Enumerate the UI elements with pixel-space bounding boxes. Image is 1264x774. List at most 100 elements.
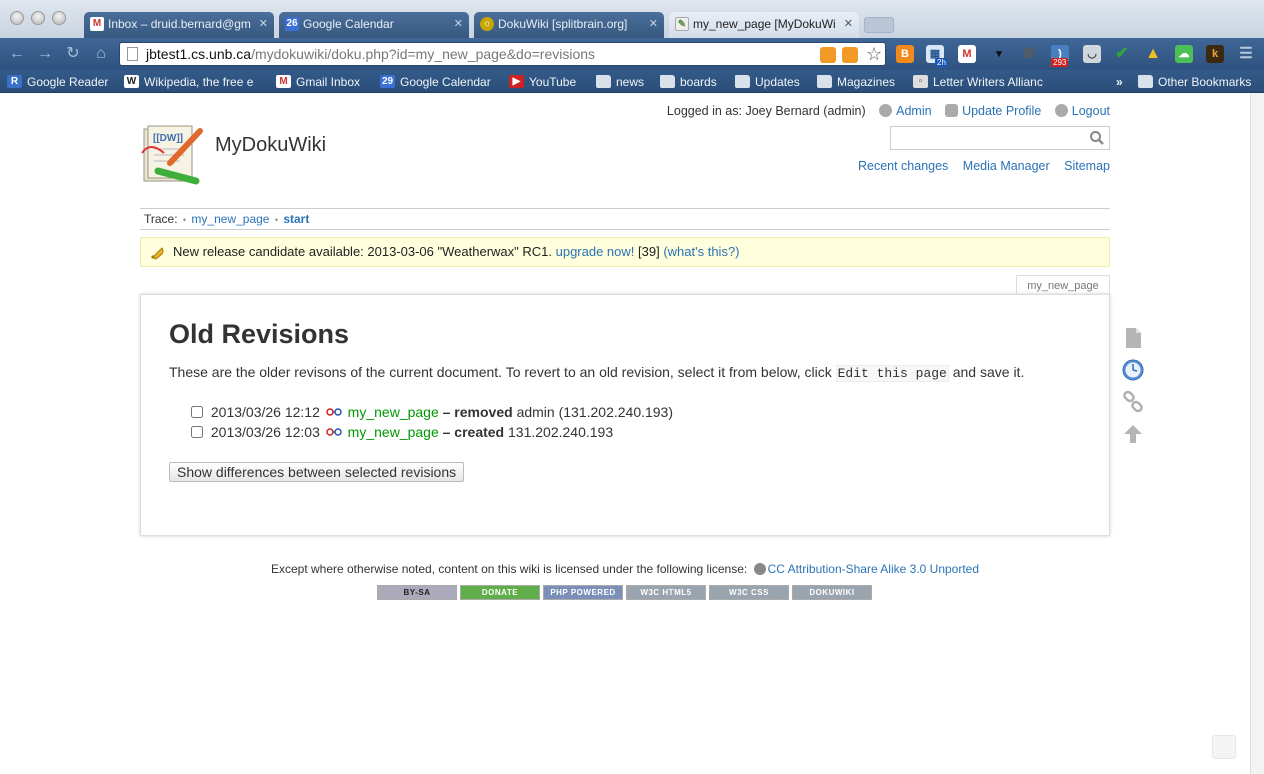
php-powered-badge[interactable]: PHP POWERED [543,585,623,600]
dokuwiki-logo[interactable]: [[DW]] [140,123,206,187]
media-manager-link[interactable]: Media Manager [963,159,1050,173]
pocket-icon[interactable]: ◡ [1083,45,1101,63]
checkmark-icon[interactable]: ✔ [1113,45,1131,63]
w3c-html5-badge[interactable]: W3C HTML5 [626,585,706,600]
upgrade-now-link[interactable]: upgrade now! [556,244,635,259]
zoom-window-button[interactable] [52,11,66,25]
update-profile-link[interactable]: Update Profile [945,104,1041,118]
gear-icon[interactable]: ⚙ [1020,45,1038,63]
bookmark-gmail-inbox[interactable]: M Gmail Inbox [276,74,360,90]
bookmark-label: Wikipedia, the free e [144,75,254,89]
bookmark-folder-news[interactable]: news [596,74,644,90]
bookmark-folder-magazines[interactable]: Magazines [817,74,895,90]
logout-label[interactable]: Logout [1072,104,1110,118]
close-tab-icon[interactable]: ✕ [259,12,268,36]
diff-glasses-icon[interactable] [326,427,342,437]
close-tab-icon[interactable]: ✕ [649,12,658,36]
logout-link[interactable]: Logout [1054,104,1110,118]
folder-icon [735,75,750,88]
update-profile-label[interactable]: Update Profile [962,104,1041,118]
browser-tab-gmail[interactable]: M Inbox – druid.bernard@gm ✕ [84,12,274,38]
old-revisions-clock-icon[interactable] [1121,358,1145,382]
browser-tab-dokuwiki-org[interactable]: ☼ DokuWiki [splitbrain.org] ✕ [474,12,664,38]
whats-this-link[interactable]: (what's this?) [663,244,739,259]
bookmark-star-icon[interactable]: ☆ [866,43,882,65]
w3c-css-badge[interactable]: W3C CSS [709,585,789,600]
donate-badge[interactable]: DONATE [460,585,540,600]
forward-icon[interactable]: → [36,45,54,63]
gmail-checker-icon[interactable]: M [958,45,976,63]
bookmark-label: Gmail Inbox [296,75,361,89]
bookmark-folder-updates[interactable]: Updates [735,74,800,90]
close-tab-icon[interactable]: ✕ [454,12,463,36]
back-to-top-arrow-icon[interactable] [1121,422,1145,446]
cloud-icon[interactable]: ☁ [1175,45,1193,63]
show-page-icon[interactable] [1121,326,1145,350]
bookmark-youtube[interactable]: ▶ YouTube [509,74,576,90]
twitter-bird-icon[interactable]: ▾ [990,45,1008,63]
kindle-icon[interactable]: k [1206,45,1224,63]
google-drive-icon[interactable]: ▲ [1144,45,1162,63]
dokuwiki-icon: ✎ [675,17,689,31]
revision-date: 2013/03/26 12:12 [210,404,320,420]
bookmark-label: Updates [755,75,800,89]
breadcrumb-item[interactable]: my_new_page [191,212,269,226]
bookmarks-overflow-chevron[interactable]: » [1100,74,1123,90]
folder-icon [660,75,675,88]
gmail-icon: M [276,75,291,88]
revision-checkbox[interactable] [191,426,203,438]
feed-count-badge: 293 [1051,58,1069,67]
browser-tab-calendar[interactable]: 26 Google Calendar ✕ [279,12,469,38]
rss-feed-icon[interactable] [842,47,858,63]
breadcrumb: Trace: • my_new_page • start [140,208,1110,230]
bookmark-google-reader[interactable]: R Google Reader [7,74,108,90]
diff-glasses-icon[interactable] [326,407,342,417]
admin-link-label[interactable]: Admin [896,104,931,118]
bookmark-label: boards [680,75,717,89]
revision-page-link[interactable]: my_new_page [348,404,439,420]
bookmark-folder-boards[interactable]: boards [660,74,717,90]
bookmark-wikipedia[interactable]: W Wikipedia, the free e [124,74,253,90]
revisions-intro: These are the older revisons of the curr… [169,364,1024,382]
bookmark-other-bookmarks[interactable]: Other Bookmarks [1138,74,1251,90]
admin-link[interactable]: Admin [879,104,932,118]
update-notice: New release candidate available: 2013-03… [140,237,1110,267]
menu-icon[interactable]: ☰ [1237,45,1255,63]
search-icon[interactable] [1089,130,1105,146]
share-icon[interactable] [1212,735,1236,759]
bookmark-letter-writers[interactable]: ▫ Letter Writers Allianc [913,74,1043,90]
url-path: /mydokuwiki/doku.php?id=my_new_page&do=r… [251,46,596,62]
browser-tab-my-new-page[interactable]: ✎ my_new_page [MyDokuWi ✕ [669,12,859,38]
bookmark-google-calendar[interactable]: 29 Google Calendar [380,74,491,90]
rss-feed-icon[interactable] [820,47,836,63]
dokuwiki-badge[interactable]: DOKUWIKI [792,585,872,600]
user-icon [945,104,959,117]
dokuwiki-icon: ☼ [480,17,494,31]
blogger-icon[interactable]: B [896,45,914,63]
tab-strip: M Inbox – druid.bernard@gm ✕ 26 Google C… [0,0,1264,38]
new-tab-button[interactable] [864,17,894,33]
close-window-button[interactable] [10,11,24,25]
revision-checkbox[interactable] [191,406,203,418]
revision-page-link[interactable]: my_new_page [348,424,439,440]
svg-text:[[DW]]: [[DW]] [153,133,183,144]
back-icon[interactable]: ← [8,45,26,63]
home-icon[interactable]: ⌂ [92,45,110,63]
backlinks-chain-icon[interactable] [1121,390,1145,414]
cc-by-sa-badge[interactable]: BY-SA [377,585,457,600]
show-differences-button[interactable]: Show differences between selected revisi… [169,462,465,482]
site-title[interactable]: MyDokuWiki [215,134,326,157]
close-tab-icon[interactable]: ✕ [844,12,853,36]
license-link[interactable]: CC Attribution-Share Alike 3.0 Unported [768,562,979,576]
tab-title: DokuWiki [splitbrain.org] [498,17,628,31]
tab-title: Google Calendar [303,17,394,31]
minimize-window-button[interactable] [31,11,45,25]
bookmark-label: news [616,75,645,89]
sitemap-link[interactable]: Sitemap [1064,159,1110,173]
address-bar[interactable]: jbtest1.cs.unb.ca/mydokuwiki/doku.php?id… [119,42,886,66]
search-input[interactable] [890,126,1110,150]
breadcrumb-item[interactable]: start [283,212,309,226]
recent-changes-link[interactable]: Recent changes [858,159,948,173]
reload-icon[interactable]: ↻ [64,45,82,63]
page-scrollbar[interactable] [1250,93,1264,774]
